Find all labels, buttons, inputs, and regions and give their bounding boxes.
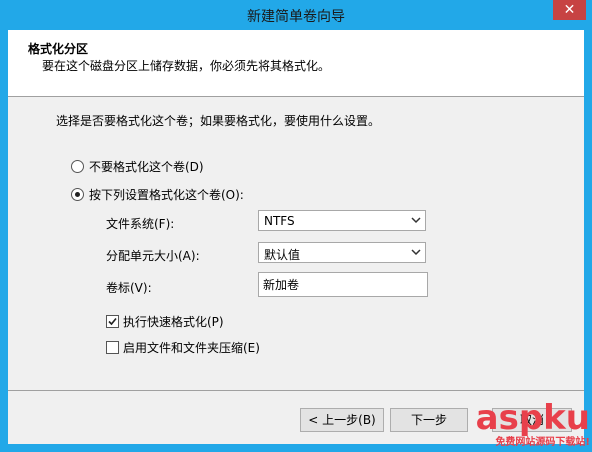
volume-label-value: 新加卷 — [263, 278, 300, 292]
quick-format-checkbox-row[interactable]: 执行快速格式化(P) — [106, 313, 224, 330]
quick-format-label: 执行快速格式化(P) — [123, 315, 224, 329]
volume-label-input[interactable]: 新加卷 — [258, 272, 428, 297]
intro-text: 选择是否要格式化这个卷；如果要格式化，要使用什么设置。 — [56, 114, 381, 128]
cancel-button[interactable]: 取消 — [492, 408, 572, 432]
radio-format-label: 按下列设置格式化这个卷(O): — [89, 188, 244, 202]
compression-label: 启用文件和文件夹压缩(E) — [123, 341, 260, 355]
footer-divider — [8, 390, 584, 391]
allocation-select[interactable]: 默认值 — [258, 242, 426, 263]
radio-no-format-label: 不要格式化这个卷(D) — [89, 160, 204, 174]
radio-no-format-circle[interactable] — [71, 160, 84, 173]
title-bar[interactable]: 新建简单卷向导 ✕ — [0, 0, 592, 30]
chevron-down-icon — [411, 249, 421, 256]
radio-format-circle[interactable] — [71, 188, 84, 201]
window-title: 新建简单卷向导 — [247, 9, 345, 25]
wizard-client-area: 格式化分区 要在这个磁盘分区上储存数据，你必须先将其格式化。 选择是否要格式化这… — [8, 30, 584, 444]
filesystem-label: 文件系统(F): — [106, 217, 175, 231]
filesystem-select[interactable]: NTFS — [258, 210, 426, 231]
next-button[interactable]: 下一步 — [390, 408, 468, 432]
back-button[interactable]: < 上一步(B) — [300, 408, 384, 432]
volume-label-label: 卷标(V): — [106, 281, 152, 295]
chevron-down-icon — [411, 217, 421, 224]
allocation-value: 默认值 — [264, 248, 301, 262]
close-button[interactable]: ✕ — [553, 0, 586, 20]
radio-format[interactable]: 按下列设置格式化这个卷(O): — [71, 186, 244, 203]
wizard-header: 格式化分区 要在这个磁盘分区上储存数据，你必须先将其格式化。 — [8, 30, 584, 97]
compression-checkbox-row[interactable]: 启用文件和文件夹压缩(E) — [106, 339, 260, 356]
quick-format-checkbox[interactable] — [106, 315, 119, 328]
radio-no-format[interactable]: 不要格式化这个卷(D) — [71, 158, 204, 175]
filesystem-value: NTFS — [264, 214, 295, 228]
compression-checkbox[interactable] — [106, 341, 119, 354]
wizard-window: 新建简单卷向导 ✕ 格式化分区 要在这个磁盘分区上储存数据，你必须先将其格式化。… — [0, 0, 592, 452]
header-title: 格式化分区 — [28, 42, 89, 56]
allocation-label: 分配单元大小(A): — [106, 249, 200, 263]
header-subtitle: 要在这个磁盘分区上储存数据，你必须先将其格式化。 — [42, 59, 331, 73]
checkmark-icon — [108, 317, 117, 326]
